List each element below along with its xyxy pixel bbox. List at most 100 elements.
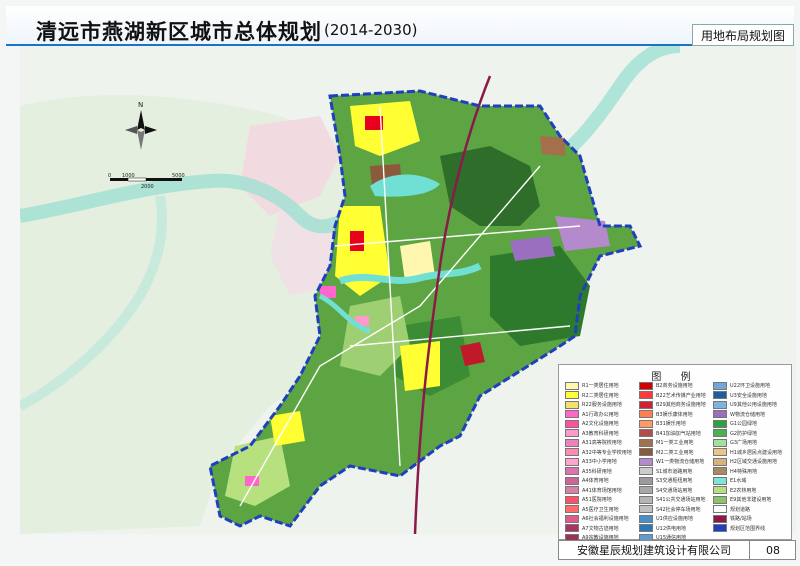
legend-label: A7文物古迹用地 — [582, 525, 619, 532]
legend-swatch — [639, 429, 653, 438]
legend-label: B2商务设施用地 — [656, 383, 693, 390]
legend-swatch — [713, 400, 727, 409]
legend-item: A32中等专业学校用地 — [565, 448, 639, 458]
legend-item: B31娱乐用地 — [639, 419, 713, 429]
legend-swatch — [713, 419, 727, 428]
legend-label: U9其他公用设施用地 — [730, 402, 777, 409]
legend-swatch — [713, 438, 727, 447]
legend-swatch — [639, 514, 653, 523]
legend-label: B22艺术传媒产业用地 — [656, 392, 706, 399]
legend-label: E2农林用地 — [730, 487, 757, 494]
legend-label: A4体育用地 — [582, 478, 609, 485]
scale-label-5000: 5000 — [172, 173, 185, 179]
legend-label: B41加油加气站用地 — [656, 430, 701, 437]
legend-item: 规划区范围界线 — [713, 524, 787, 534]
legend-grid: R1一类居住用地 R2二类居住用地 R22服务设施用地 A1行政办公用地 A2文化设施用… — [565, 381, 787, 552]
legend-swatch — [565, 391, 579, 400]
legend-label: U3安全设施用地 — [730, 392, 767, 399]
legend-item: U9其他公用设施用地 — [713, 400, 787, 410]
legend-swatch — [639, 438, 653, 447]
legend-label: G1公园绿地 — [730, 421, 758, 428]
page-number: 08 — [766, 543, 780, 557]
legend-item: R1一类居住用地 — [565, 381, 639, 391]
residential-south — [400, 341, 440, 391]
legend-swatch — [565, 419, 579, 428]
legend-swatch — [639, 400, 653, 409]
legend-swatch — [565, 400, 579, 409]
footer-bar: 安徽星辰规划建筑设计有限公司 08 — [558, 540, 796, 560]
legend-item: R2二类居住用地 — [565, 391, 639, 401]
north-arrow: N — [125, 101, 157, 150]
legend-swatch — [565, 495, 579, 504]
legend-label: 规划道路 — [730, 506, 751, 513]
legend-item: U3安全设施用地 — [713, 391, 787, 401]
legend-label: B29其他商务设施用地 — [656, 402, 706, 409]
legend-swatch — [713, 467, 727, 476]
legend-label: S42社会停车场用地 — [656, 506, 701, 513]
legend-swatch — [713, 495, 727, 504]
legend-swatch — [639, 448, 653, 457]
legend-label: A33中小学用地 — [582, 459, 617, 466]
legend-swatch — [713, 505, 727, 514]
map-subtitle: 用地布局规划图 — [692, 24, 794, 46]
legend-swatch — [639, 467, 653, 476]
legend-item: U12供电用地 — [639, 524, 713, 534]
legend-swatch — [713, 410, 727, 419]
legend-label: A32中等专业学校用地 — [582, 449, 632, 456]
map-title-years: (2014-2030) — [324, 21, 418, 39]
scale-label-1000: 1000 — [122, 173, 135, 179]
west-arrow-head — [125, 126, 137, 134]
legend-label: A1行政办公用地 — [582, 411, 619, 418]
legend-label: G2防护绿地 — [730, 430, 758, 437]
legend-label: S41公共交通场站用地 — [656, 497, 706, 504]
legend-item: A35科研用地 — [565, 467, 639, 477]
legend-label: A5医疗卫生用地 — [582, 506, 619, 513]
south-arrow-head — [137, 130, 145, 150]
legend-swatch — [639, 381, 653, 390]
legend-label: W1一类物流仓储用地 — [656, 459, 705, 466]
legend-label: A31高等院校用地 — [582, 440, 622, 447]
legend-item: W1一类物流仓储用地 — [639, 457, 713, 467]
legend-item: A4体育用地 — [565, 476, 639, 486]
industrial-1 — [540, 136, 565, 156]
legend-label: E9其他非建设用地 — [730, 497, 772, 504]
legend-swatch — [713, 476, 727, 485]
north-arrow-head — [137, 110, 145, 130]
legend-swatch — [565, 381, 579, 390]
legend-swatch — [565, 448, 579, 457]
commercial-block-2 — [350, 231, 364, 251]
residential-sw — [270, 411, 305, 446]
legend-item: G2防护绿地 — [713, 429, 787, 439]
legend-label: A2文化设施用地 — [582, 421, 619, 428]
legend-swatch — [639, 391, 653, 400]
legend-item: A6社会福利设施用地 — [565, 514, 639, 524]
legend-item: A3教育科研用地 — [565, 429, 639, 439]
legend-swatch — [565, 505, 579, 514]
legend-label: S3交通枢纽用地 — [656, 478, 693, 485]
legend-label: M2二类工业用地 — [656, 449, 694, 456]
east-arrow-head — [145, 126, 157, 134]
legend-label: S1城市道路用地 — [656, 468, 693, 475]
company-name: 安徽星辰规划建筑设计有限公司 — [559, 541, 750, 559]
legend-label: M1一类工业用地 — [656, 440, 694, 447]
legend-item: S42社会停车场用地 — [639, 505, 713, 515]
legend-item: A5医疗卫生用地 — [565, 505, 639, 515]
scale-label-2000: 2000 — [141, 184, 154, 190]
legend-swatch — [713, 381, 727, 390]
legend-item: A1行政办公用地 — [565, 410, 639, 420]
legend-item: G1公园绿地 — [713, 419, 787, 429]
legend-item: B22艺术传媒产业用地 — [639, 391, 713, 401]
legend-swatch — [713, 448, 727, 457]
legend-item: A31高等院校用地 — [565, 438, 639, 448]
legend-item: A33中小学用地 — [565, 457, 639, 467]
legend-item: H1城乡居民点建设用地 — [713, 448, 787, 458]
map-sheet: 清远市燕湖新区城市总体规划 (2014-2030) 用地布局规划图 N 0 10… — [0, 0, 800, 566]
scale-label-0: 0 — [108, 173, 111, 179]
legend-label: R22服务设施用地 — [582, 402, 622, 409]
legend-label: 规划区范围界线 — [730, 525, 766, 532]
legend-item: B2商务设施用地 — [639, 381, 713, 391]
legend-label: E1水域 — [730, 478, 747, 485]
legend-item: 铁路/站场 — [713, 514, 787, 524]
legend-panel: 图 例 R1一类居住用地 R2二类居住用地 R22服务设施用地 A1行政办公用地 A2文… — [558, 364, 792, 552]
legend-swatch — [639, 505, 653, 514]
